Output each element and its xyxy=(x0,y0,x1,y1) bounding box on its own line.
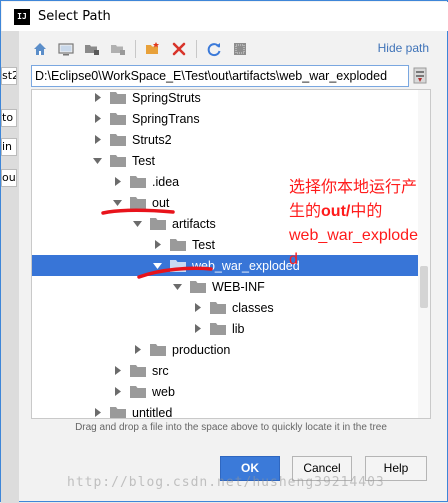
tree-row-label: production xyxy=(172,342,231,357)
desktop-icon[interactable] xyxy=(57,40,75,58)
annotation-line: d xyxy=(289,251,298,268)
history-icon[interactable] xyxy=(412,67,428,85)
window-title: Select Path xyxy=(38,9,111,24)
tree-row[interactable]: Test xyxy=(32,150,418,171)
tree-row-label: lib xyxy=(232,321,245,336)
folder-icon xyxy=(110,406,126,418)
folder-icon xyxy=(110,112,126,125)
annotation-fragment: out/ xyxy=(321,203,351,220)
tree-scrollbar-thumb[interactable] xyxy=(420,266,428,308)
home-icon[interactable] xyxy=(31,40,49,58)
drag-drop-hint: Drag and drop a file into the space abov… xyxy=(75,422,387,433)
annotation-line: web_war_explode xyxy=(289,227,418,244)
expand-arrow-right-icon[interactable] xyxy=(152,240,162,250)
background-fragment: out xyxy=(1,169,17,187)
annotation-text: 选择你本地运行产 生的out/中的 web_war_explode d xyxy=(289,176,448,272)
expand-arrow-down-icon[interactable] xyxy=(92,156,102,166)
tree-row[interactable]: classes xyxy=(32,297,418,318)
refresh-icon[interactable] xyxy=(205,40,223,58)
tree-row[interactable]: SpringTrans xyxy=(32,108,418,129)
delete-icon[interactable] xyxy=(170,40,188,58)
new-folder-icon[interactable] xyxy=(144,40,162,58)
annotation-line: 选择你本地运行产 xyxy=(289,179,418,196)
tree-row[interactable]: untitled xyxy=(32,402,418,419)
tree-row-label: WEB-INF xyxy=(212,279,265,294)
tree-row-label: SpringTrans xyxy=(132,111,200,126)
expand-arrow-right-icon[interactable] xyxy=(92,93,102,103)
expand-arrow-down-icon[interactable] xyxy=(132,219,142,229)
expand-arrow-right-icon[interactable] xyxy=(92,408,102,418)
expand-arrow-right-icon[interactable] xyxy=(132,345,142,355)
module-folder-icon[interactable] xyxy=(109,40,127,58)
project-folder-icon[interactable] xyxy=(83,40,101,58)
tree-row[interactable]: WEB-INF xyxy=(32,276,418,297)
background-fragment: st2 xyxy=(1,67,17,85)
folder-icon xyxy=(170,259,186,272)
tree-row-label: artifacts xyxy=(172,216,216,231)
show-hidden-icon[interactable] xyxy=(231,40,249,58)
annotation-line: 生的out/中的 xyxy=(289,200,448,224)
folder-icon xyxy=(210,301,226,314)
folder-icon xyxy=(130,175,146,188)
folder-icon xyxy=(110,133,126,146)
expand-arrow-down-icon[interactable] xyxy=(172,282,182,292)
toolbar-separator xyxy=(196,40,197,58)
folder-icon xyxy=(130,385,146,398)
tree-row[interactable]: SpringStruts xyxy=(32,90,418,108)
tree-row[interactable]: src xyxy=(32,360,418,381)
folder-icon xyxy=(170,238,186,251)
expand-arrow-right-icon[interactable] xyxy=(192,303,202,313)
tree-row-label: classes xyxy=(232,300,274,315)
title-bar: IJ Select Path xyxy=(2,2,448,31)
tree-row-label: web_war_exploded xyxy=(192,258,300,273)
tree-row[interactable]: Struts2 xyxy=(32,129,418,150)
intellij-app-icon: IJ xyxy=(14,8,30,25)
tree-row[interactable]: lib xyxy=(32,318,418,339)
expand-arrow-right-icon[interactable] xyxy=(192,324,202,334)
tree-row[interactable]: web xyxy=(32,381,418,402)
expand-arrow-down-icon[interactable] xyxy=(112,198,122,208)
path-field[interactable]: D:\Eclipse0\WorkSpace_E\Test\out\artifac… xyxy=(31,65,409,87)
tree-row-label: out xyxy=(152,195,170,210)
folder-icon xyxy=(190,280,206,293)
tree-row-label: src xyxy=(152,363,169,378)
tree-row-label: SpringStruts xyxy=(132,90,201,105)
expand-arrow-right-icon[interactable] xyxy=(112,366,122,376)
background-fragment: in xyxy=(1,138,17,156)
folder-icon xyxy=(130,196,146,209)
tree-row-label: Struts2 xyxy=(132,132,172,147)
tree-row[interactable]: production xyxy=(32,339,418,360)
toolbar: Hide path xyxy=(31,37,431,61)
expand-arrow-right-icon[interactable] xyxy=(92,135,102,145)
background-fragment: to xyxy=(1,109,17,127)
background-window-strip xyxy=(1,31,19,503)
tree-row-label: web xyxy=(152,384,175,399)
tree-row-label: untitled xyxy=(132,405,173,419)
select-path-dialog: st2 to in out IJ Select Path xyxy=(0,0,448,503)
folder-icon xyxy=(110,154,126,167)
tree-row-label: Test xyxy=(132,153,155,168)
watermark-text: http://blog.csdn.net/husheng39214403 xyxy=(67,475,385,490)
tree-row-label: Test xyxy=(192,237,215,252)
expand-arrow-right-icon[interactable] xyxy=(112,177,122,187)
folder-icon xyxy=(150,217,166,230)
folder-icon xyxy=(130,364,146,377)
toolbar-separator xyxy=(135,40,136,58)
expand-arrow-right-icon[interactable] xyxy=(112,387,122,397)
folder-icon xyxy=(110,91,126,104)
expand-arrow-down-icon[interactable] xyxy=(152,261,162,271)
annotation-fragment: 中的 xyxy=(350,203,383,220)
folder-icon xyxy=(150,343,166,356)
expand-arrow-right-icon[interactable] xyxy=(92,114,102,124)
annotation-fragment: 生的 xyxy=(289,203,322,220)
hide-path-link[interactable]: Hide path xyxy=(378,41,429,55)
tree-row-label: .idea xyxy=(152,174,180,189)
folder-icon xyxy=(210,322,226,335)
